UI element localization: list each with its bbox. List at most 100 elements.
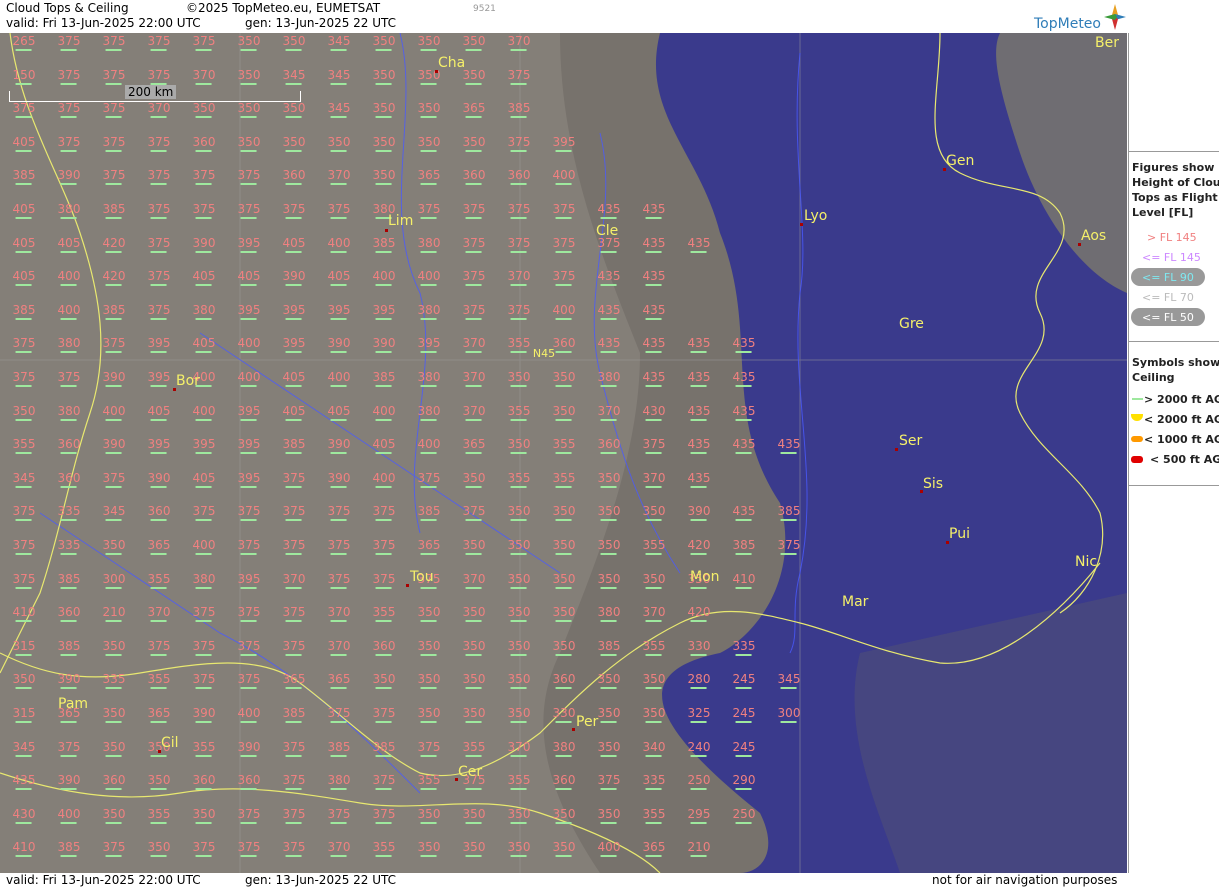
ceiling-marker — [331, 82, 347, 85]
flight-level-value: 375 — [553, 203, 575, 219]
ceiling-marker — [16, 284, 32, 287]
ceiling-marker — [61, 385, 77, 387]
ceiling-marker — [241, 452, 257, 455]
ceiling-marker — [331, 855, 347, 858]
flight-level-text: 355 — [507, 403, 531, 418]
flight-level-value: 360 — [508, 169, 530, 186]
city-label-gen: Gen — [946, 153, 975, 169]
ceiling-marker — [331, 217, 347, 219]
ceiling-marker — [106, 821, 122, 824]
ceiling-marker — [196, 754, 212, 757]
ceiling-marker — [601, 351, 617, 354]
ceiling-marker — [151, 284, 167, 287]
flight-level-value: 385 — [373, 236, 395, 253]
ceiling-marker — [61, 49, 77, 51]
ceiling-marker — [106, 250, 122, 253]
ceiling-marker — [736, 351, 752, 354]
legend-divider — [1129, 341, 1219, 342]
flight-level-value: 385 — [373, 740, 395, 757]
flight-level-value: 400 — [193, 539, 215, 555]
flight-level-value: 400 — [103, 404, 125, 421]
ceiling-marker — [286, 49, 302, 51]
flight-level-text: 355 — [552, 470, 576, 485]
flight-level-value: 355 — [643, 639, 665, 656]
flight-level-text: 350 — [462, 605, 486, 620]
ceiling-marker — [736, 754, 752, 757]
city-marker — [946, 541, 949, 544]
flight-level-value: 385 — [418, 505, 440, 522]
ceiling-marker — [511, 620, 527, 623]
flight-level-text: 350 — [642, 571, 666, 586]
ceiling-marker — [151, 452, 167, 455]
flight-level-value: 350 — [13, 404, 35, 421]
flight-level-value: 315 — [13, 639, 35, 656]
flight-level-text: 350 — [597, 538, 621, 552]
flight-level-value: 375 — [148, 35, 170, 51]
flight-level-text: 370 — [597, 403, 621, 418]
map-area[interactable]: 200 km N45 265 375 375 375 375 350 350 345 350 35… — [0, 33, 1127, 873]
flight-level-value: 385 — [283, 707, 305, 723]
flight-level-text: 210 — [687, 840, 711, 855]
ceiling-marker — [16, 586, 32, 589]
ceiling-marker — [421, 250, 437, 253]
flight-level-text: 250 — [732, 806, 756, 821]
flight-level-text: 375 — [147, 302, 171, 317]
flight-level-text: 350 — [507, 504, 531, 519]
ceiling-marker — [601, 586, 617, 589]
flight-level-value: 380 — [58, 404, 80, 421]
ceiling-marker — [466, 687, 482, 690]
ceiling-marker — [646, 653, 662, 656]
flight-level-value: 375 — [328, 505, 350, 522]
flight-level-text: 350 — [552, 638, 576, 653]
ceiling-marker — [646, 821, 662, 824]
flight-level-text: 360 — [237, 773, 261, 788]
flight-level-text: 385 — [777, 504, 801, 519]
flight-level-text: 350 — [597, 571, 621, 586]
flight-level-value: 375 — [238, 841, 260, 858]
flight-level-value: 370 — [508, 740, 530, 757]
flight-level-value: 350 — [463, 639, 485, 656]
flight-level-text: 435 — [597, 202, 621, 216]
flight-level-text: 330 — [687, 638, 711, 653]
flight-level-value: 370 — [463, 404, 485, 421]
ceiling-marker — [16, 49, 32, 51]
flight-level-value: 210 — [103, 606, 125, 623]
flight-level-text: 390 — [147, 470, 171, 485]
flight-level-value: 375 — [463, 270, 485, 287]
ceiling-marker — [421, 49, 437, 51]
ceiling-marker — [601, 317, 617, 320]
ceiling-marker — [16, 519, 32, 522]
flight-level-text: 345 — [102, 504, 126, 519]
flight-level-value: 395 — [148, 337, 170, 354]
ceiling-marker — [196, 149, 212, 152]
flight-level-text: 280 — [687, 672, 711, 687]
ceiling-marker — [61, 855, 77, 858]
flight-level-value: 350 — [462, 605, 486, 623]
flight-level-value: 360 — [553, 673, 575, 690]
flight-level-value: 375 — [13, 102, 35, 119]
flight-level-text: 400 — [417, 269, 441, 284]
flight-level-text: 370 — [462, 370, 486, 384]
ceiling-marker — [781, 687, 797, 690]
flight-level-value: 375 — [373, 505, 395, 522]
flight-level-text: 350 — [507, 437, 531, 452]
flight-level-value: 390 — [328, 438, 350, 455]
flight-level-value: 380 — [418, 404, 440, 421]
generated-time: gen: 13-Jun-2025 22 UTC — [245, 16, 397, 30]
flight-level-text: 405 — [327, 269, 351, 284]
flight-level-text: 375 — [147, 638, 171, 653]
flight-level-text: 365 — [462, 437, 486, 452]
flight-level-value: 405 — [327, 269, 351, 287]
flight-level-value: 435 — [643, 303, 665, 320]
flight-level-value: 350 — [463, 35, 485, 51]
flight-level-value: 350 — [418, 841, 440, 858]
flight-level-value: 375 — [103, 102, 125, 119]
ceiling-marker — [556, 149, 572, 152]
ceiling-marker — [601, 620, 617, 623]
flight-level-value: 350 — [373, 68, 395, 85]
flight-level-value: 375 — [238, 606, 260, 623]
flight-level-text: 435 — [732, 336, 756, 351]
flight-level-value: 350 — [508, 841, 530, 858]
cloud-patch-se — [854, 593, 1127, 873]
flight-level-value: 350 — [463, 68, 485, 85]
